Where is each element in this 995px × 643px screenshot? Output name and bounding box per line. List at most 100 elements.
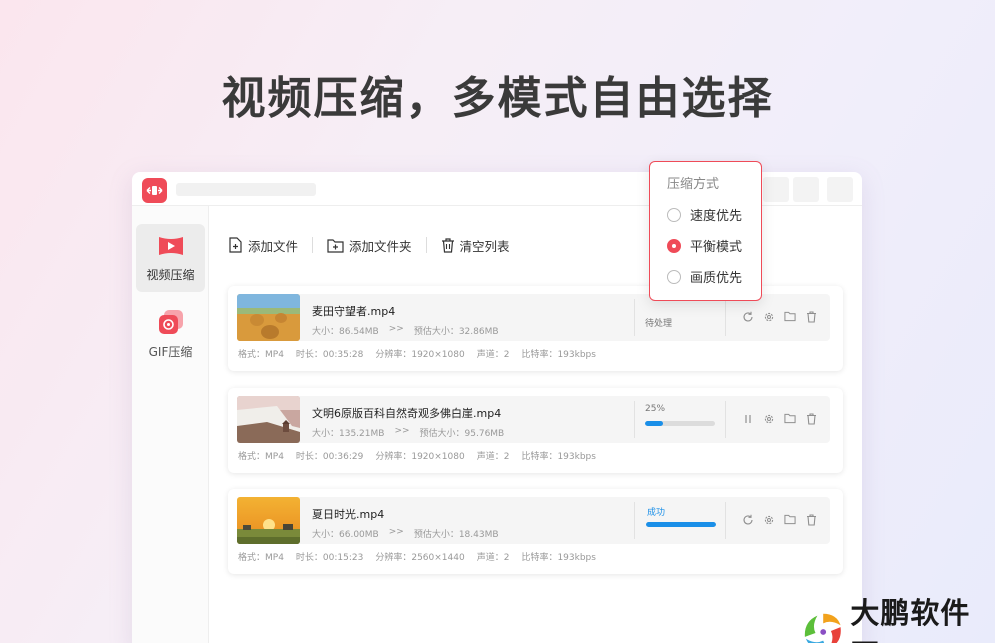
meta-format: 格式：MP4 — [238, 553, 284, 563]
meta-resolution: 分辨率：1920×1080 — [375, 350, 465, 360]
file-card-row: 麦田守望者.mp4 大小：86.54MB >> 预估大小：32.86MB 待处理 — [237, 294, 830, 341]
estimated-size: 预估大小：32.86MB — [413, 327, 499, 337]
video-thumbnail — [237, 396, 300, 443]
file-meta: 格式：MP4 时长：00:35:28 分辨率：1920×1080 声道：2 比特… — [238, 347, 596, 360]
file-name: 麦田守望者.mp4 — [312, 305, 396, 318]
retry-icon[interactable] — [742, 513, 754, 526]
open-folder-icon[interactable] — [784, 513, 796, 526]
file-card[interactable]: 文明6原版百科自然奇观多佛白崖.mp4 大小：135.21MB >> 预估大小：… — [228, 388, 843, 473]
window-title-placeholder — [176, 183, 316, 196]
add-file-button[interactable]: 添加文件 — [228, 236, 298, 255]
meta-format: 格式：MP4 — [238, 350, 284, 360]
trash-icon — [441, 237, 454, 253]
meta-duration: 时长：00:36:29 — [295, 452, 364, 462]
file-actions — [742, 412, 817, 425]
progress-bar — [646, 522, 716, 527]
gif-icon — [158, 309, 183, 334]
open-folder-icon[interactable] — [784, 310, 796, 323]
file-sizes: 大小：66.00MB >> 预估大小：18.43MB — [312, 527, 499, 540]
sidebar-item-gif-compress[interactable]: GIF压缩 — [136, 300, 205, 368]
arrow-icon: >> — [388, 324, 404, 334]
file-sizes: 大小：135.21MB >> 预估大小：95.76MB — [312, 426, 504, 439]
clear-list-label: 清空列表 — [459, 238, 510, 254]
file-card-row: 文明6原版百科自然奇观多佛白崖.mp4 大小：135.21MB >> 预估大小：… — [237, 396, 830, 443]
radio-button[interactable] — [667, 269, 681, 284]
headline: 视频压缩，多模式自由选择 — [221, 73, 774, 124]
status-text: 待处理 — [645, 319, 673, 329]
meta-duration: 时长：00:35:28 — [295, 350, 364, 360]
add-file-label: 添加文件 — [248, 238, 299, 254]
brand-name: 大鹏软件园 — [850, 596, 971, 643]
meta-duration: 时长：00:15:23 — [295, 553, 364, 563]
original-size: 大小：86.54MB — [312, 327, 379, 337]
add-folder-label: 添加文件夹 — [349, 238, 412, 254]
delete-icon[interactable] — [805, 513, 817, 526]
radio-option-speed[interactable]: 速度优先 — [667, 205, 742, 224]
meta-channels: 声道：2 — [476, 350, 510, 360]
window-button-1[interactable] — [763, 177, 789, 202]
file-card-row: 夏日时光.mp4 大小：66.00MB >> 预估大小：18.43MB 成功 — [237, 497, 830, 544]
pause-icon[interactable] — [742, 412, 754, 425]
file-name: 文明6原版百科自然奇观多佛白崖.mp4 — [312, 407, 502, 420]
settings-gear-icon[interactable] — [763, 310, 775, 323]
original-size: 大小：135.21MB — [312, 429, 385, 439]
divider — [725, 299, 726, 336]
progress-percent: 25% — [645, 404, 666, 414]
original-size: 大小：66.00MB — [312, 530, 379, 540]
meta-resolution: 分辨率：2560×1440 — [375, 553, 465, 563]
add-file-icon — [229, 237, 242, 253]
radio-label: 平衡模式 — [690, 240, 743, 255]
video-play-icon — [158, 236, 183, 255]
sidebar-item-label: GIF压缩 — [148, 344, 193, 359]
estimated-size: 预估大小：95.76MB — [419, 429, 505, 439]
window-button-2[interactable] — [793, 177, 819, 202]
arrow-icon: >> — [388, 527, 404, 537]
video-thumbnail — [237, 497, 300, 544]
radio-button[interactable] — [667, 207, 681, 222]
window-button-3[interactable] — [827, 177, 853, 202]
radio-label: 画质优先 — [690, 271, 743, 286]
delete-icon[interactable] — [805, 412, 817, 425]
file-sizes: 大小：86.54MB >> 预估大小：32.86MB — [312, 324, 499, 337]
divider — [634, 299, 635, 336]
popup-title: 压缩方式 — [667, 177, 720, 192]
divider — [634, 401, 635, 438]
status-text: 成功 — [647, 508, 666, 518]
file-card[interactable]: 夏日时光.mp4 大小：66.00MB >> 预估大小：18.43MB 成功 格… — [228, 489, 843, 574]
meta-bitrate: 比特率：193kbps — [521, 452, 596, 462]
divider — [725, 502, 726, 539]
meta-resolution: 分辨率：1920×1080 — [375, 452, 465, 462]
meta-bitrate: 比特率：193kbps — [521, 350, 596, 360]
arrow-icon: >> — [394, 426, 410, 436]
radio-option-balanced[interactable]: 平衡模式 — [667, 236, 742, 255]
retry-icon[interactable] — [742, 310, 754, 323]
add-folder-button[interactable]: 添加文件夹 — [327, 236, 412, 255]
sidebar-item-video-compress[interactable]: 视频压缩 — [136, 224, 205, 292]
brand-logo-icon — [804, 613, 841, 643]
add-folder-icon — [327, 238, 344, 253]
settings-gear-icon[interactable] — [763, 412, 775, 425]
toolbar-divider — [425, 237, 427, 253]
progress-fill — [646, 522, 716, 527]
open-folder-icon[interactable] — [784, 412, 796, 425]
app-logo-icon — [142, 178, 167, 203]
radio-button[interactable] — [667, 238, 681, 253]
meta-channels: 声道：2 — [476, 553, 510, 563]
radio-option-quality[interactable]: 画质优先 — [667, 267, 742, 286]
video-thumbnail — [237, 294, 300, 341]
toolbar: 添加文件 添加文件夹 清空列表 — [228, 234, 510, 256]
settings-gear-icon[interactable] — [763, 513, 775, 526]
meta-format: 格式：MP4 — [238, 452, 284, 462]
progress-fill — [645, 421, 663, 426]
clear-list-button[interactable]: 清空列表 — [441, 236, 510, 255]
file-actions — [742, 513, 817, 526]
meta-bitrate: 比特率：193kbps — [521, 553, 596, 563]
file-meta: 格式：MP4 时长：00:15:23 分辨率：2560×1440 声道：2 比特… — [238, 550, 596, 563]
radio-label: 速度优先 — [690, 209, 743, 224]
delete-icon[interactable] — [805, 310, 817, 323]
compression-mode-popup: 压缩方式 速度优先 平衡模式 画质优先 — [649, 161, 762, 301]
toolbar-divider — [312, 237, 314, 253]
file-actions — [742, 310, 817, 323]
brand-watermark: 大鹏软件园 — [802, 590, 995, 643]
sidebar-item-label: 视频压缩 — [146, 267, 195, 282]
